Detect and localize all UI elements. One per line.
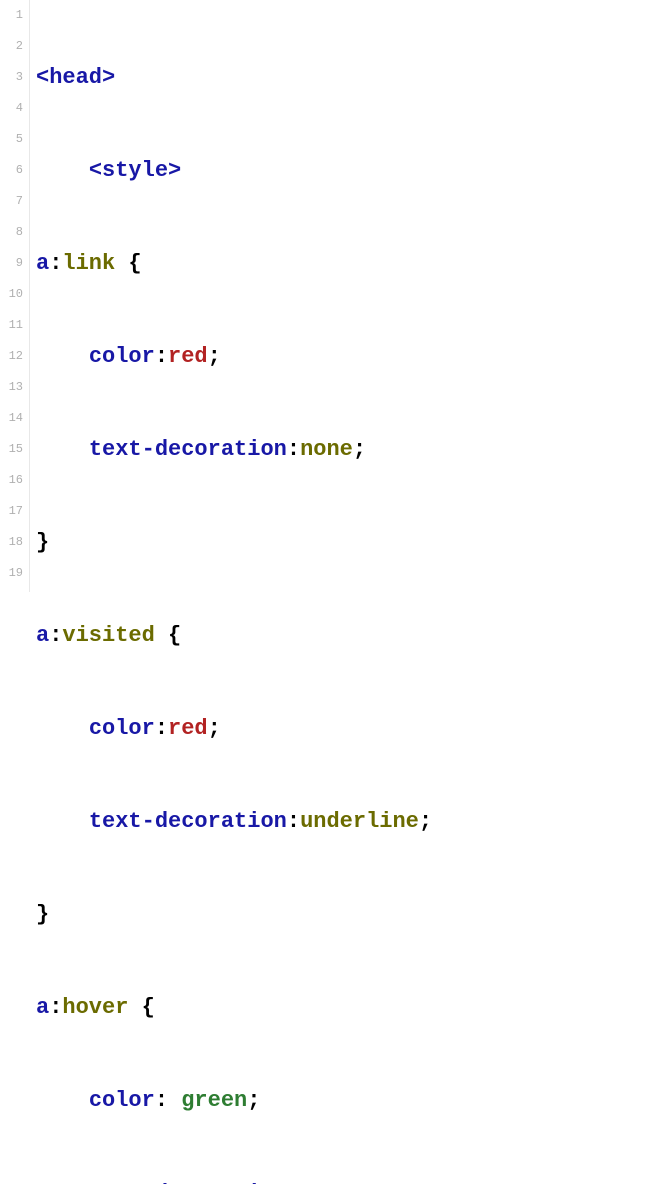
- indent: [36, 158, 89, 183]
- colon: :: [155, 1088, 168, 1113]
- indent: [36, 716, 89, 741]
- brace-open: {: [128, 251, 141, 276]
- semicolon: ;: [419, 809, 432, 834]
- css-value: underline: [300, 809, 419, 834]
- css-property: text-decoration: [89, 1181, 287, 1184]
- colon: :: [49, 251, 62, 276]
- code-line: text-decoration:none;: [36, 434, 650, 465]
- css-property: text-decoration: [89, 809, 287, 834]
- line-number: 14: [0, 403, 23, 434]
- line-number: 11: [0, 310, 23, 341]
- space: [155, 623, 168, 648]
- line-number: 19: [0, 558, 23, 589]
- line-number: 7: [0, 186, 23, 217]
- colon: :: [155, 344, 168, 369]
- tag-bracket: >: [102, 65, 115, 90]
- tag-bracket: <: [36, 65, 49, 90]
- css-property: color: [89, 1088, 155, 1113]
- indent: [36, 1088, 89, 1113]
- tag-bracket: <: [89, 158, 102, 183]
- indent: [36, 344, 89, 369]
- code-line: <head>: [36, 62, 650, 93]
- css-value: red: [168, 716, 208, 741]
- line-number: 8: [0, 217, 23, 248]
- line-number: 1: [0, 0, 23, 31]
- line-number: 9: [0, 248, 23, 279]
- code-line: }: [36, 527, 650, 558]
- code-line: text-decoration:none;: [36, 1178, 650, 1184]
- tag-name: style: [102, 158, 168, 183]
- css-value: green: [181, 1088, 247, 1113]
- indent: [36, 809, 89, 834]
- brace-close: }: [36, 902, 49, 927]
- css-property: text-decoration: [89, 437, 287, 462]
- line-number: 16: [0, 465, 23, 496]
- colon: :: [49, 995, 62, 1020]
- line-number: 18: [0, 527, 23, 558]
- semicolon: ;: [353, 1181, 366, 1184]
- tag-name: head: [49, 65, 102, 90]
- css-value: none: [300, 437, 353, 462]
- code-line: text-decoration:underline;: [36, 806, 650, 837]
- selector-pseudo: visited: [62, 623, 154, 648]
- brace-open: {: [168, 623, 181, 648]
- selector-pseudo: link: [62, 251, 115, 276]
- line-number: 10: [0, 279, 23, 310]
- colon: :: [287, 809, 300, 834]
- space: [128, 995, 141, 1020]
- brace-close: }: [36, 530, 49, 555]
- colon: :: [287, 1181, 300, 1184]
- line-number: 17: [0, 496, 23, 527]
- css-value: red: [168, 344, 208, 369]
- semicolon: ;: [247, 1088, 260, 1113]
- code-line: a:visited {: [36, 620, 650, 651]
- code-line: }: [36, 899, 650, 930]
- selector-element: a: [36, 251, 49, 276]
- code-editor[interactable]: <head> <style> a:link { color:red; text-…: [30, 0, 650, 592]
- code-line: color:red;: [36, 341, 650, 372]
- code-line: color:red;: [36, 713, 650, 744]
- colon: :: [155, 716, 168, 741]
- line-number: 13: [0, 372, 23, 403]
- code-line: <style>: [36, 155, 650, 186]
- colon: :: [49, 623, 62, 648]
- colon: :: [287, 437, 300, 462]
- css-property: color: [89, 716, 155, 741]
- css-value: none: [300, 1181, 353, 1184]
- code-line: a:link {: [36, 248, 650, 279]
- selector-pseudo: hover: [62, 995, 128, 1020]
- indent: [36, 1181, 89, 1184]
- line-number: 15: [0, 434, 23, 465]
- line-number: 3: [0, 62, 23, 93]
- selector-element: a: [36, 623, 49, 648]
- line-number-gutter: 1 2 3 4 5 6 7 8 9 10 11 12 13 14 15 16 1…: [0, 0, 30, 592]
- selector-element: a: [36, 995, 49, 1020]
- space: [168, 1088, 181, 1113]
- code-line: color: green;: [36, 1085, 650, 1116]
- indent: [36, 437, 89, 462]
- line-number: 2: [0, 31, 23, 62]
- line-number: 6: [0, 155, 23, 186]
- line-number: 5: [0, 124, 23, 155]
- brace-open: {: [142, 995, 155, 1020]
- semicolon: ;: [353, 437, 366, 462]
- semicolon: ;: [208, 344, 221, 369]
- line-number: 4: [0, 93, 23, 124]
- space: [115, 251, 128, 276]
- tag-bracket: >: [168, 158, 181, 183]
- line-number: 12: [0, 341, 23, 372]
- code-line: a:hover {: [36, 992, 650, 1023]
- css-property: color: [89, 344, 155, 369]
- semicolon: ;: [208, 716, 221, 741]
